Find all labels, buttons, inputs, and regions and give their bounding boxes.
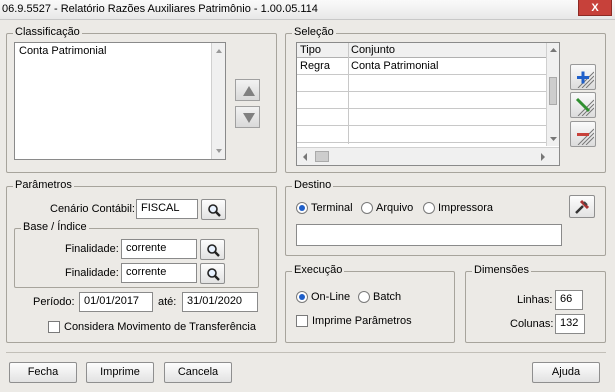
table-row[interactable]: Regra Conta Patrimonial: [297, 59, 547, 75]
periodo-fim-input[interactable]: 31/01/2020: [182, 292, 258, 312]
remove-selection-button[interactable]: [570, 121, 596, 147]
cenario-search-button[interactable]: [201, 199, 226, 220]
scroll-down-icon: [550, 137, 557, 141]
destino-legend: Destino: [292, 179, 334, 191]
scroll-up-icon: [216, 49, 222, 53]
add-icon: [577, 71, 594, 88]
scroll-down-icon: [216, 149, 222, 153]
fecha-button[interactable]: Fecha: [9, 362, 77, 383]
finalidade-label-2: Finalidade:: [65, 267, 119, 279]
periodo-inicio-input[interactable]: 01/01/2017: [79, 292, 153, 312]
table-row[interactable]: [297, 93, 547, 109]
finalidade-search-button-2[interactable]: [200, 263, 225, 284]
scroll-thumb[interactable]: [315, 151, 329, 162]
execucao-online-label: On-Line: [311, 291, 351, 303]
destino-impressora-label: Impressora: [438, 202, 494, 214]
cenario-label: Cenário Contábil:: [50, 203, 135, 215]
execucao-group: Execução: [285, 264, 455, 343]
column-header-tipo[interactable]: Tipo: [300, 44, 321, 56]
selecao-table[interactable]: Tipo Conjunto Regra Conta Patrimonial: [296, 42, 560, 166]
cancela-button[interactable]: Cancela: [164, 362, 232, 383]
parametros-legend: Parâmetros: [13, 179, 74, 191]
imprime-parametros-label: Imprime Parâmetros: [312, 315, 412, 327]
colunas-input[interactable]: 132: [555, 314, 585, 334]
move-down-button[interactable]: [235, 106, 260, 128]
column-header-conjunto[interactable]: Conjunto: [351, 44, 395, 56]
cenario-input[interactable]: FISCAL: [136, 199, 198, 219]
scroll-up-icon: [550, 48, 557, 52]
triangle-down-icon: [243, 113, 255, 123]
search-icon: [207, 244, 220, 257]
classificacao-list[interactable]: Conta Patrimonial: [14, 42, 226, 160]
execucao-batch-radio[interactable]: [358, 291, 370, 303]
destino-terminal-label: Terminal: [311, 202, 353, 214]
transferencia-label: Considera Movimento de Transferência: [64, 321, 256, 333]
edit-icon: [575, 97, 594, 116]
scroll-thumb[interactable]: [549, 77, 557, 105]
classificacao-legend: Classificação: [13, 26, 82, 38]
execucao-online-radio[interactable]: [296, 291, 308, 303]
close-window-button[interactable]: X: [578, 0, 612, 16]
periodo-label: Período:: [33, 296, 75, 308]
edit-selection-button[interactable]: [570, 92, 596, 118]
execucao-legend: Execução: [292, 264, 345, 276]
table-cell-conjunto: Conta Patrimonial: [351, 60, 439, 72]
transferencia-checkbox[interactable]: [48, 321, 60, 333]
classificacao-scrollbar[interactable]: [211, 43, 225, 159]
linhas-input[interactable]: 66: [555, 290, 583, 310]
ate-label: até:: [158, 296, 177, 308]
destino-terminal-radio[interactable]: [296, 202, 308, 214]
destino-impressora-radio[interactable]: [423, 202, 435, 214]
execucao-batch-label: Batch: [373, 291, 402, 303]
ajuda-button[interactable]: Ajuda: [532, 362, 600, 383]
table-row[interactable]: [297, 110, 547, 126]
title-bar: 06.9.5527 - Relatório Razões Auxiliares …: [0, 0, 615, 20]
finalidade-input-2[interactable]: corrente: [121, 263, 197, 283]
tools-icon: [575, 199, 590, 214]
report-window: 06.9.5527 - Relatório Razões Auxiliares …: [0, 0, 615, 392]
table-header: Tipo Conjunto: [297, 43, 547, 58]
destino-arquivo-label: Arquivo: [376, 202, 414, 214]
window-title: 06.9.5527 - Relatório Razões Auxiliares …: [2, 3, 318, 15]
table-vertical-scrollbar[interactable]: [546, 43, 559, 146]
table-horizontal-scrollbar[interactable]: [297, 147, 559, 165]
destino-arquivo-radio[interactable]: [361, 202, 373, 214]
triangle-up-icon: [243, 86, 255, 96]
move-up-button[interactable]: [235, 79, 260, 101]
imprime-parametros-checkbox[interactable]: [296, 315, 308, 327]
dimensoes-legend: Dimensões: [472, 264, 532, 276]
scroll-left-icon: [303, 153, 307, 161]
table-row[interactable]: [297, 127, 547, 143]
add-selection-button[interactable]: [570, 64, 596, 90]
destino-path-input[interactable]: [296, 224, 562, 246]
linhas-label: Linhas:: [517, 294, 553, 306]
remove-icon: [577, 128, 594, 145]
imprime-button[interactable]: Imprime: [86, 362, 154, 383]
colunas-label: Colunas:: [510, 318, 554, 330]
finalidade-input-1[interactable]: corrente: [121, 239, 197, 259]
selecao-legend: Seleção: [292, 26, 336, 38]
table-cell-tipo: Regra: [300, 60, 330, 72]
search-icon: [207, 268, 220, 281]
base-indice-legend: Base / Índice: [21, 221, 89, 233]
list-item[interactable]: Conta Patrimonial: [19, 45, 106, 57]
finalidade-search-button-1[interactable]: [200, 239, 225, 260]
destino-config-button[interactable]: [569, 195, 595, 218]
scroll-right-icon: [541, 153, 545, 161]
table-row[interactable]: [297, 76, 547, 92]
finalidade-label-1: Finalidade:: [65, 243, 119, 255]
search-icon: [208, 204, 221, 217]
